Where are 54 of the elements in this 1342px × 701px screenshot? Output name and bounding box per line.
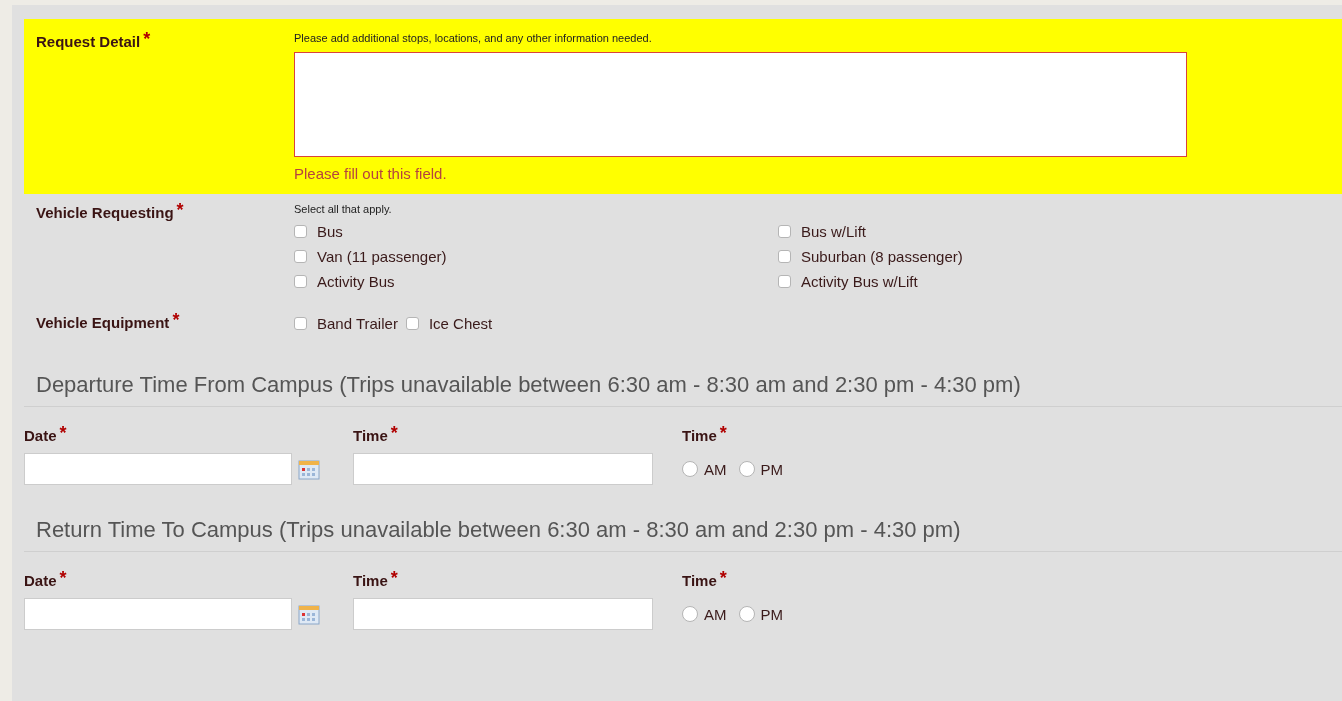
checkbox-option[interactable]: Activity Bus bbox=[294, 273, 770, 290]
calendar-icon[interactable] bbox=[298, 603, 320, 625]
field-label: Time bbox=[353, 427, 388, 444]
checkbox-option[interactable]: Activity Bus w/Lift bbox=[778, 273, 1070, 290]
calendar-icon[interactable] bbox=[298, 458, 320, 480]
time-field[interactable] bbox=[353, 598, 653, 630]
required-mark: * bbox=[390, 423, 398, 443]
field-label: Time bbox=[353, 572, 388, 589]
required-mark: * bbox=[176, 200, 184, 220]
radio-button[interactable] bbox=[738, 606, 755, 622]
date-field[interactable] bbox=[24, 453, 292, 485]
radio-button[interactable] bbox=[682, 461, 698, 477]
checkbox-option[interactable]: Band Trailer bbox=[294, 314, 398, 332]
checkbox[interactable] bbox=[778, 275, 791, 288]
section-heading: Return Time To Campus (Trips unavailable between 6:30 am - 8:30 am and 2:30 pm - 4:30 pm) bbox=[24, 517, 1342, 552]
required-mark: * bbox=[143, 29, 151, 49]
checkbox[interactable] bbox=[294, 250, 307, 263]
date-field[interactable] bbox=[24, 598, 292, 630]
required-mark: * bbox=[59, 423, 67, 443]
required-mark: * bbox=[59, 568, 67, 588]
error-message: Please fill out this field. bbox=[294, 165, 448, 182]
radio-option[interactable]: AM bbox=[682, 460, 727, 478]
required-mark: * bbox=[390, 568, 398, 588]
checkbox-option[interactable]: Bus w/Lift bbox=[778, 223, 1070, 240]
checkbox-option[interactable]: Suburban (8 passenger) bbox=[778, 248, 1070, 265]
radio-option[interactable]: PM bbox=[738, 460, 783, 478]
required-mark: * bbox=[172, 310, 180, 330]
required-mark: * bbox=[719, 568, 727, 588]
section-heading: Departure Time From Campus (Trips unavailable between 6:30 am - 8:30 am and 2:30 pm - 4:30 pm) bbox=[24, 372, 1342, 407]
radio-button[interactable] bbox=[738, 461, 755, 477]
radio-option[interactable]: PM bbox=[738, 605, 783, 623]
checkbox-option[interactable]: Van (11 passenger) bbox=[294, 248, 770, 265]
required-mark: * bbox=[719, 423, 727, 443]
checkbox[interactable] bbox=[405, 316, 419, 330]
field-label: Request Detail bbox=[36, 33, 141, 50]
field-label: Date bbox=[24, 427, 57, 444]
checkbox[interactable] bbox=[294, 316, 307, 330]
checkbox[interactable] bbox=[294, 225, 307, 238]
radio-option[interactable]: AM bbox=[682, 605, 727, 623]
checkbox[interactable] bbox=[778, 225, 791, 238]
field-label: Vehicle Equipment bbox=[36, 314, 170, 331]
hint-text: Select all that apply. bbox=[294, 203, 393, 215]
radio-button[interactable] bbox=[682, 606, 698, 622]
field-label: Vehicle Requesting bbox=[36, 204, 174, 221]
request-detail-field[interactable] bbox=[294, 52, 1187, 157]
checkbox[interactable] bbox=[294, 275, 307, 288]
hint-text: Please add additional stops, locations, and any other information needed. bbox=[294, 32, 653, 44]
checkbox-option[interactable]: Bus bbox=[294, 223, 770, 240]
field-label: Date bbox=[24, 572, 57, 589]
time-field[interactable] bbox=[353, 453, 653, 485]
field-label: Time bbox=[682, 572, 717, 589]
checkbox[interactable] bbox=[778, 250, 791, 263]
checkbox-option[interactable]: Ice Chest bbox=[405, 314, 493, 332]
field-label: Time bbox=[682, 427, 717, 444]
